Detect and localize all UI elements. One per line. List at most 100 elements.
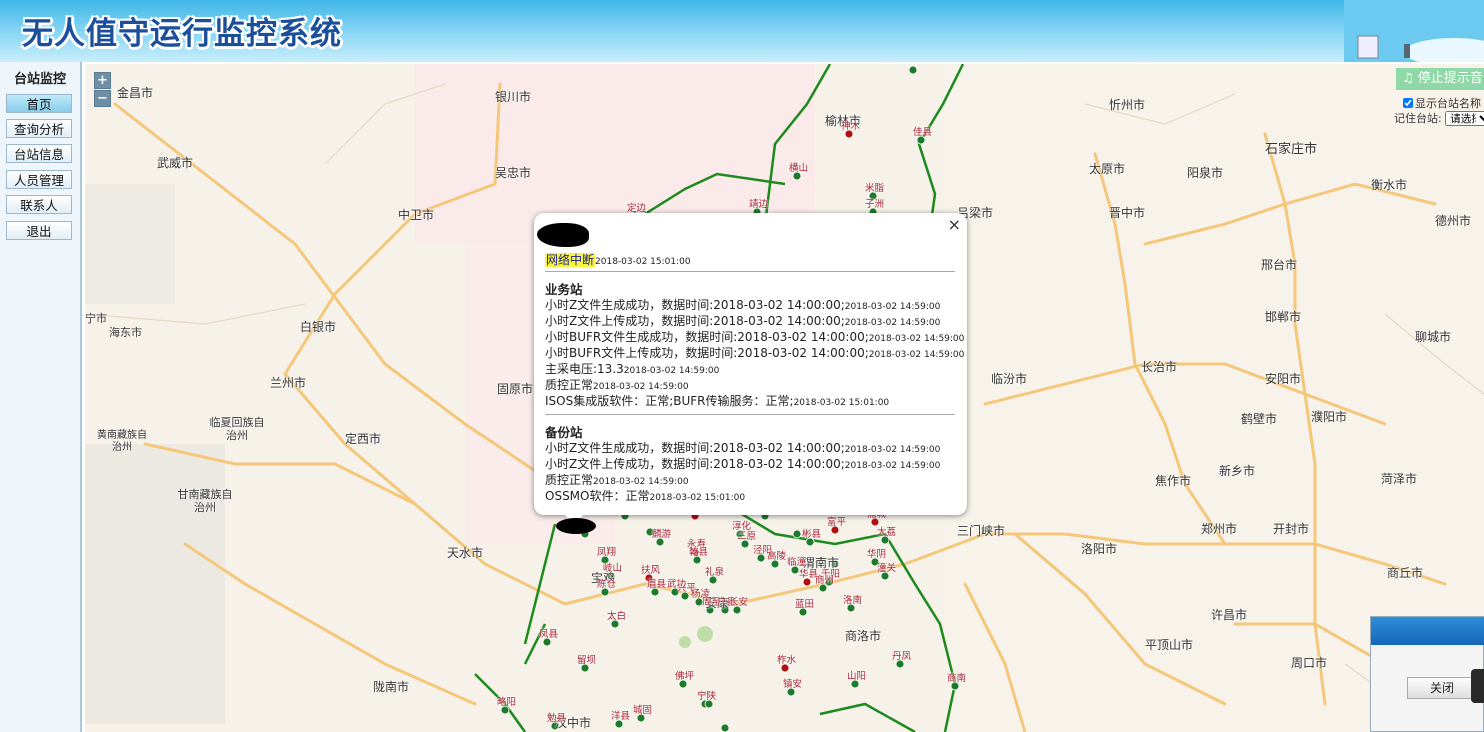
station-label: 大荔 (877, 527, 897, 538)
status-line: 质控正常2018-03-02 14:59:00 (545, 473, 689, 487)
city-label: 开封市 (1273, 522, 1310, 536)
station-label: 宁陕 (697, 691, 717, 702)
city-label: 黄南藏族自治州 (97, 430, 147, 453)
music-note-icon: ♫ (1402, 71, 1414, 86)
show-station-names-checkbox[interactable] (1403, 98, 1413, 108)
station-label: 留坝 (577, 655, 597, 666)
sidebar: 台站监控 首页 查询分析 台站信息 人员管理 联系人 退出 (0, 62, 82, 732)
station-label: 柞水 (777, 655, 797, 666)
station-label: 淳化 (732, 521, 752, 532)
header-banner: 无人值守运行监控系统 (0, 0, 1484, 62)
remember-station: 记住台站: 请选择 (1394, 110, 1484, 126)
divider (545, 414, 955, 415)
nav-contacts-button[interactable]: 联系人 (6, 195, 72, 214)
redacted-station-name (537, 223, 589, 247)
zoom-out-button[interactable]: − (94, 90, 111, 107)
city-label: 三门峡市 (957, 524, 1006, 538)
status-line: 质控正常2018-03-02 14:59:00 (545, 378, 689, 392)
show-station-names-toggle[interactable]: 显示台站名称 (1403, 95, 1481, 111)
city-label: 聊城市 (1415, 330, 1452, 344)
station-label: 洋县 (611, 711, 631, 722)
station-label: 佳县 (913, 127, 933, 138)
dialog-side-handle[interactable] (1471, 669, 1484, 703)
city-label: 长治市 (1141, 360, 1178, 374)
status-line: 小时Z文件生成成功，数据时间:2018-03-02 14:00:00;2018-… (545, 441, 941, 455)
nav-home-button[interactable]: 首页 (6, 94, 72, 113)
redacted-station-label (556, 518, 596, 534)
station-label: 扶风 (641, 565, 661, 576)
station-label: 凤翔 (597, 547, 617, 558)
station-label: 太白 (607, 611, 627, 622)
city-label: 阳泉市 (1187, 166, 1224, 180)
remember-station-label: 记住台站: (1394, 112, 1442, 125)
station-marker-ok[interactable] (908, 65, 918, 75)
city-label: 鹤壁市 (1241, 412, 1278, 426)
station-info-popup: × 网络中断2018-03-02 15:01:00 业务站 小时Z文件生成成功，… (534, 213, 967, 524)
divider (545, 271, 955, 272)
stop-alert-sound-button[interactable]: ♫ 停止提示音 (1396, 68, 1484, 90)
city-label: 临汾市 (991, 372, 1028, 386)
station-marker-ok[interactable] (792, 529, 802, 539)
city-label: 中卫市 (398, 208, 435, 222)
station-label: 岐山 (603, 563, 623, 574)
city-label: 商丘市 (1387, 566, 1424, 580)
dialog-close-button[interactable]: 关闭 (1407, 677, 1477, 699)
station-label: 麟游 (652, 529, 672, 540)
station-label: 靖边 (749, 199, 769, 210)
status-line: OSSMO软件：正常2018-03-02 15:01:00 (545, 489, 746, 503)
city-label: 商洛市 (845, 629, 882, 643)
zoom-in-button[interactable]: + (94, 72, 111, 89)
city-label: 新乡市 (1219, 464, 1256, 478)
station-label: 彬县 (802, 529, 822, 540)
city-label: 金昌市 (117, 86, 154, 100)
station-label: 丹凤 (892, 651, 912, 662)
status-line: ISOS集成版软件：正常;BUFR传输服务：正常;2018-03-02 15:0… (545, 394, 890, 408)
station-label: 山阳 (847, 671, 867, 682)
station-label: 蓝田 (795, 599, 815, 610)
station-label: 略阳 (497, 697, 517, 708)
header-decoration (1344, 0, 1484, 62)
city-label: 洛阳市 (1081, 542, 1118, 556)
nav-logout-button[interactable]: 退出 (6, 221, 72, 240)
city-label: 焦作市 (1155, 474, 1192, 488)
station-label: 礼泉 (705, 567, 725, 578)
remember-station-select[interactable]: 请选择 (1445, 111, 1484, 126)
status-line: 小时BUFR文件生成成功，数据时间:2018-03-02 14:00:00;20… (545, 330, 965, 344)
station-label: 佛坪 (675, 671, 695, 682)
sidebar-title: 台站监控 (13, 72, 66, 87)
station-label: 洛南 (843, 595, 863, 606)
station-label: 定边 (627, 203, 647, 214)
city-label: 衡水市 (1371, 178, 1408, 192)
notification-dialog: 关闭 (1370, 616, 1484, 732)
city-label: 海东市 (109, 326, 142, 339)
city-label: 宁市 (85, 312, 107, 325)
city-label: 银川市 (495, 90, 532, 104)
city-label: 邢台市 (1261, 258, 1298, 272)
popup-close-button[interactable]: × (948, 215, 961, 234)
city-label: 忻州市 (1109, 98, 1146, 112)
station-label: 陈仓 (597, 579, 617, 590)
nav-personnel-button[interactable]: 人员管理 (6, 170, 72, 189)
city-label: 吴忠市 (495, 166, 532, 180)
status-line: 小时Z文件上传成功，数据时间:2018-03-02 14:00:00;2018-… (545, 314, 941, 328)
city-label: 菏泽市 (1381, 472, 1418, 486)
status-line: 小时BUFR文件上传成功，数据时间:2018-03-02 14:00:00;20… (545, 346, 965, 360)
city-label: 石家庄市 (1265, 142, 1318, 157)
station-label: 商州 (815, 575, 835, 586)
station-label: 高陵 (767, 551, 787, 562)
city-label: 德州市 (1435, 214, 1472, 228)
station-label: 子洲 (865, 199, 885, 210)
city-label: 陇南市 (373, 680, 410, 694)
nav-station-info-button[interactable]: 台站信息 (6, 144, 72, 163)
station-label: 商南 (947, 673, 967, 684)
station-label: 乾县 (689, 547, 709, 558)
dialog-title-bar[interactable] (1371, 617, 1484, 645)
city-label: 兰州市 (270, 376, 307, 390)
station-label: 华阴 (867, 549, 887, 560)
city-label: 郑州市 (1201, 522, 1238, 536)
station-marker-ok[interactable] (720, 723, 730, 732)
nav-query-analysis-button[interactable]: 查询分析 (6, 119, 72, 138)
city-label: 晋中市 (1109, 206, 1146, 220)
city-label: 天水市 (447, 546, 484, 560)
city-label: 邯郸市 (1265, 310, 1302, 324)
